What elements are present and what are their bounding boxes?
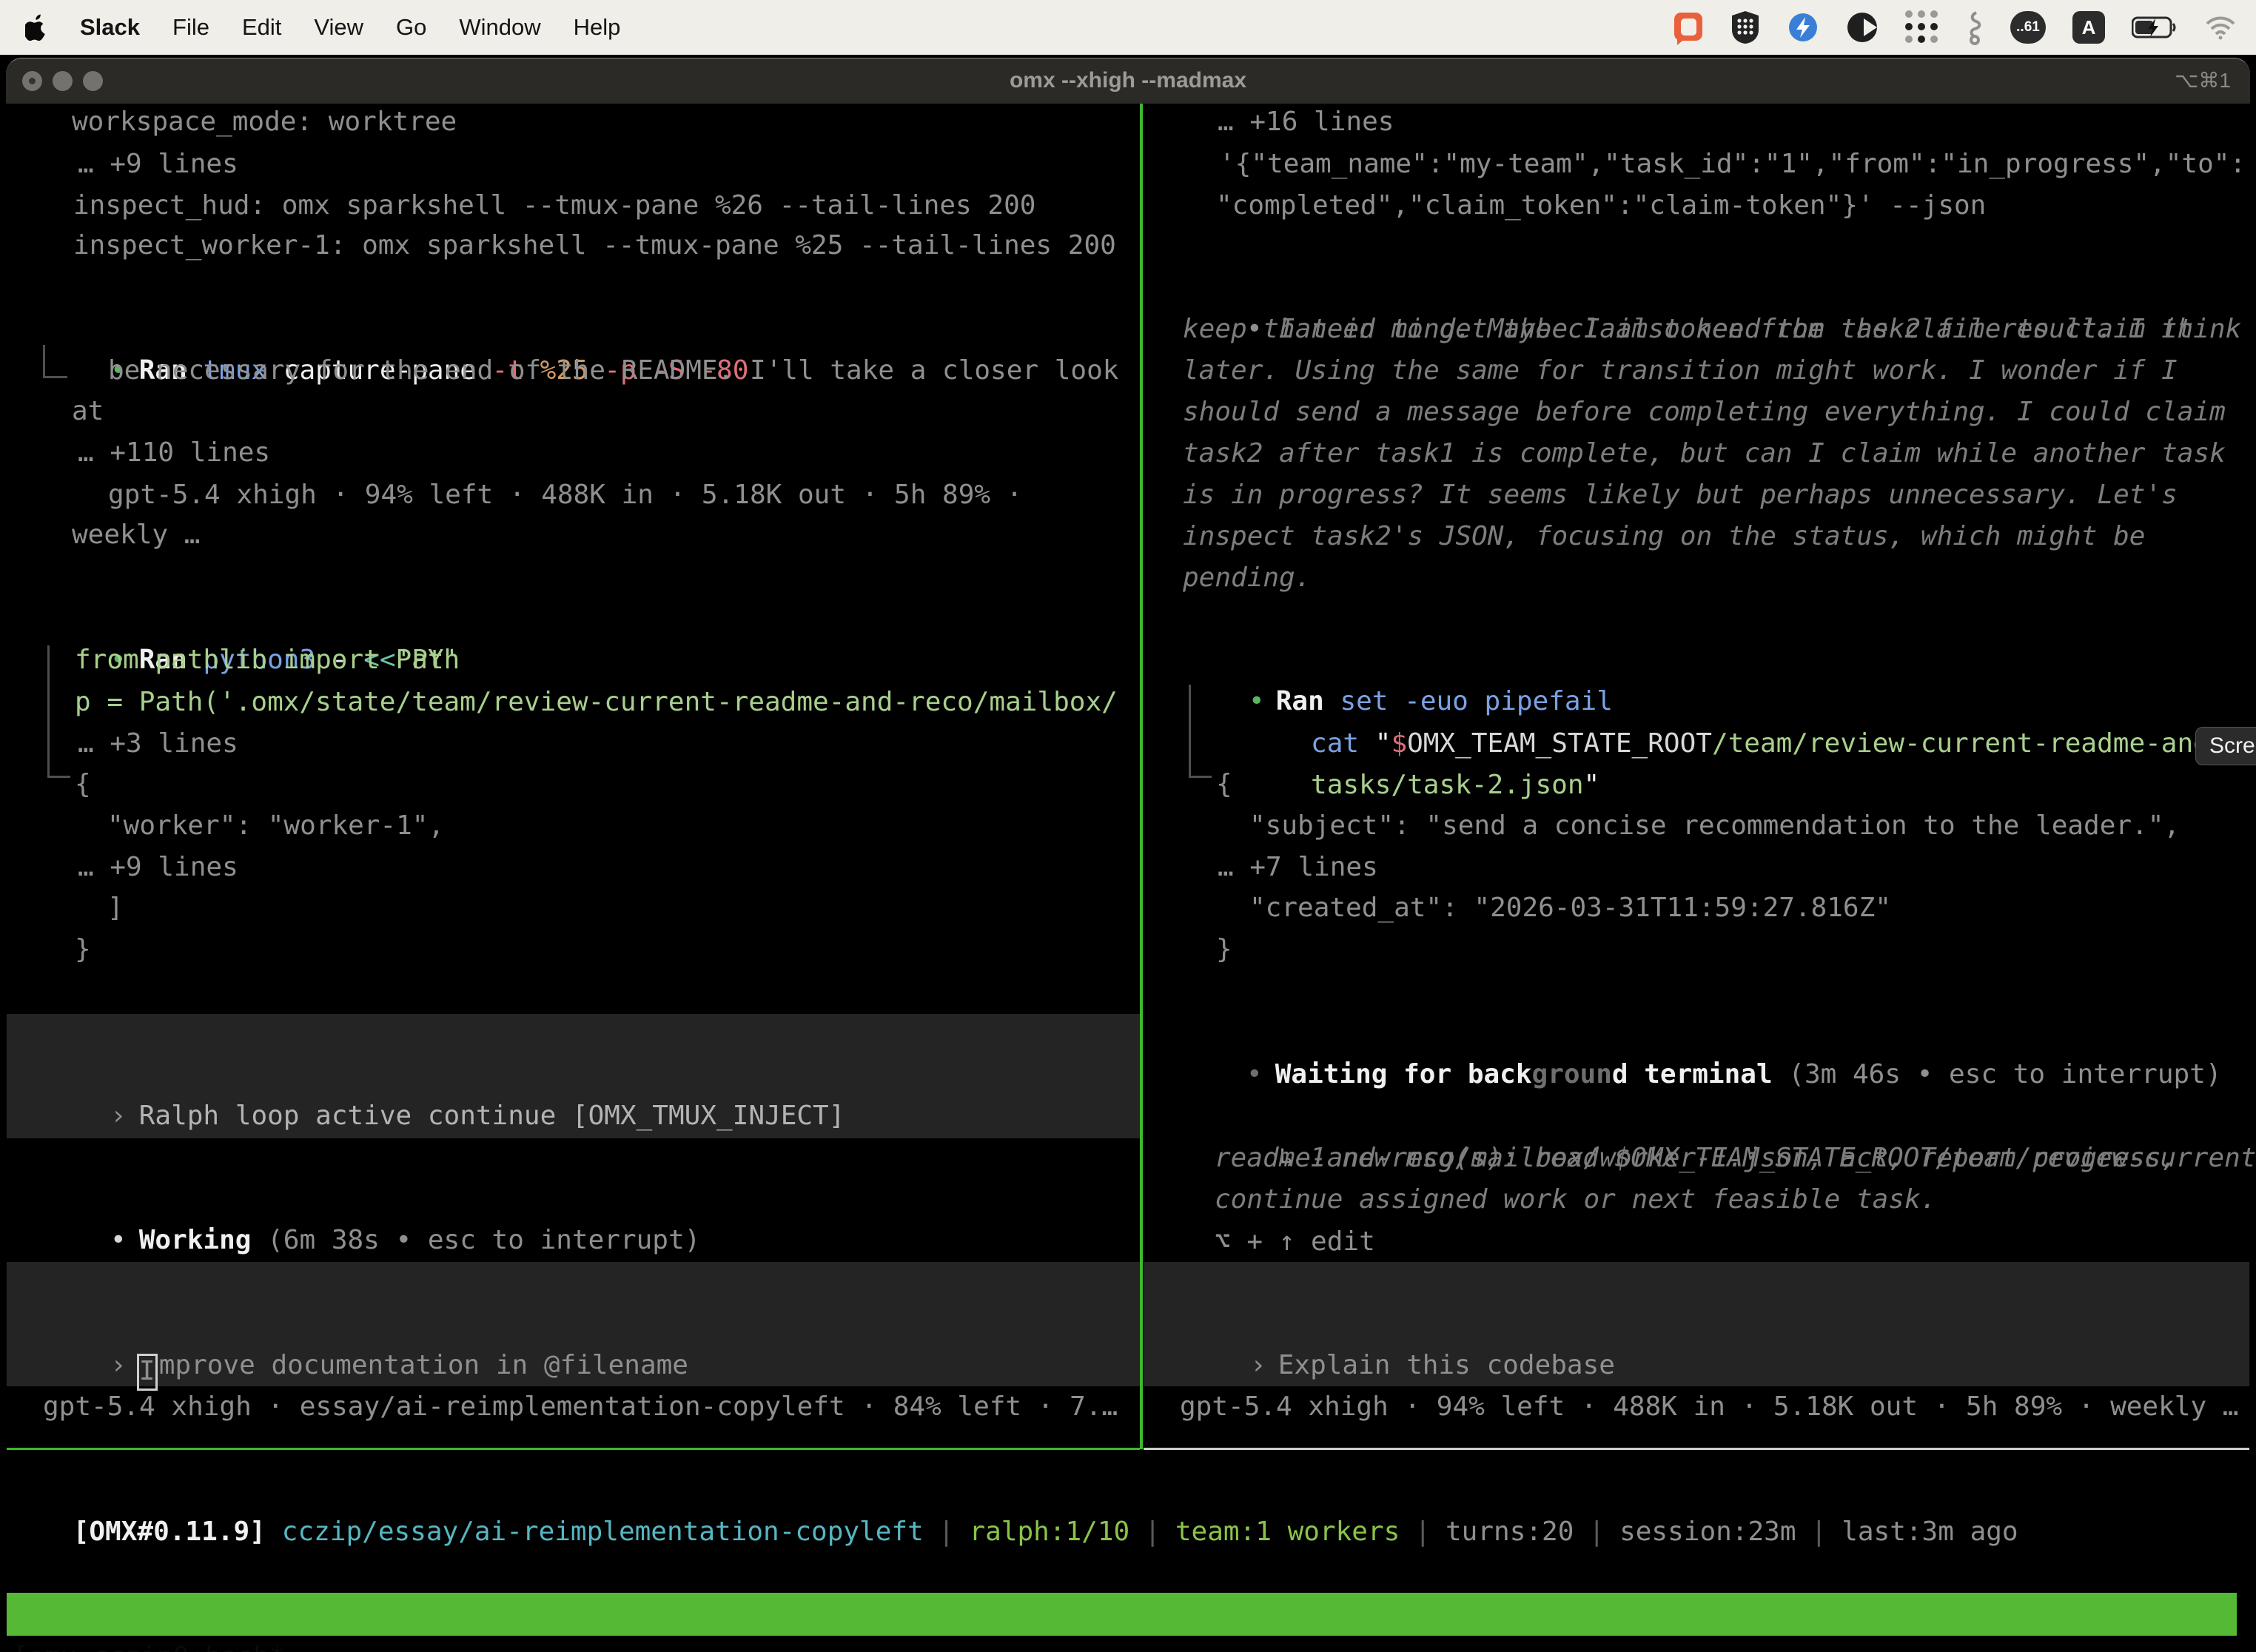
thinking-line: task2 after task1 is complete, but can I… — [1183, 433, 2226, 474]
wifi-icon[interactable] — [2204, 15, 2237, 40]
command-output: gpt-5.4 xhigh · 94% left · 488K in · 5.1… — [108, 474, 1022, 516]
command-output: ] — [107, 887, 124, 929]
command-output: be necessary for the end of the README. … — [108, 350, 1118, 392]
prompt-placeholder: Explain this codebase — [1278, 1350, 1615, 1380]
separator: | — [1811, 1517, 1827, 1547]
command-output: weekly … — [72, 514, 200, 556]
battery-icon[interactable] — [2132, 16, 2178, 38]
menu-item-go[interactable]: Go — [396, 14, 426, 41]
terminal-line: '{"team_name":"my-team","task_id":"1","f… — [1219, 144, 2246, 185]
terminal-line: workspace_mode: worktree — [72, 101, 457, 143]
prompt-chevron-icon: › — [110, 1350, 127, 1380]
command-output: "worker": "worker-1", — [107, 805, 444, 847]
command-output: … +7 lines — [1218, 847, 1378, 888]
separator: | — [1414, 1517, 1431, 1547]
mailbox-message-line: readme-and-reco/mailbox/worker-1.json, a… — [1215, 1138, 2177, 1179]
thinking-line: keep that in mind. Maybe I also need the… — [1183, 309, 2193, 350]
session-path: cczip/essay/ai-reimplementation-copyleft — [282, 1517, 924, 1547]
pane-divider[interactable] — [1140, 104, 1143, 1449]
terminal-line: inspect_worker-1: omx sparkshell --tmux-… — [73, 225, 1116, 266]
left-pane-status: gpt-5.4 xhigh · essay/ai-reimplementatio… — [43, 1386, 1118, 1428]
dark-disc-menu-icon[interactable] — [1846, 11, 1879, 44]
waiting-label: Waiting for back — [1275, 1059, 1532, 1089]
shield-grid-menu-icon[interactable] — [1730, 10, 1760, 44]
tmux-status-bar: [omx-cczip0:bash* "MacBook-Pro-44.local"… — [7, 1593, 2237, 1636]
command-output: "created_at": "2026-03-31T11:59:27.816Z" — [1249, 887, 1891, 929]
dot-grid-menu-icon[interactable] — [1905, 10, 1939, 44]
window-title: omx --xhigh --madmax — [6, 58, 2250, 104]
count-badge-menu-icon[interactable]: ..61 — [2010, 11, 2046, 44]
terminal-line: … +9 lines — [78, 144, 238, 185]
omx-hud-status-line: [OMX#0.11.9] cczip/essay/ai-reimplementat… — [9, 1470, 2018, 1594]
turns-counter: turns:20 — [1446, 1517, 1574, 1547]
separator: | — [939, 1517, 955, 1547]
ralph-banner-text: Ralph loop active continue [OMX_TMUX_INJ… — [139, 1101, 845, 1131]
terminal-line: … +16 lines — [1218, 101, 1394, 143]
prompt-placeholder: mprove documentation in @filename — [159, 1350, 688, 1380]
quote: " — [1584, 770, 1600, 800]
waiting-meta: (3m 46s • esc to interrupt) — [1773, 1059, 2222, 1089]
menu-app-name[interactable]: Slack — [80, 14, 140, 41]
right-pane-status: gpt-5.4 xhigh · 94% left · 488K in · 5.1… — [1180, 1386, 2238, 1428]
edit-hint: ⌥ + ↑ edit — [1215, 1221, 1375, 1263]
working-label: Working — [139, 1225, 252, 1255]
separator: | — [1144, 1517, 1161, 1547]
command-output: { — [1216, 764, 1232, 805]
thinking-line: should send a message before completing … — [1183, 392, 2226, 433]
command-output: at — [72, 391, 104, 432]
last-activity: last:3m ago — [1842, 1517, 2018, 1547]
code-line: from pathlib import Path — [75, 639, 460, 681]
mailbox-message-line: continue assigned work or next feasible … — [1215, 1179, 1936, 1220]
menu-item-file[interactable]: File — [172, 14, 209, 41]
session-time: session:23m — [1619, 1517, 1796, 1547]
tmux-session-name: [omx-cczip0:bash* — [13, 1636, 285, 1652]
desktop: Slack File Edit View Go Window Help — [0, 0, 2256, 1652]
squiggle-menu-icon[interactable] — [1966, 10, 1984, 45]
working-status-line: • Working (6m 38s • esc to interrupt) — [14, 1178, 700, 1303]
keyboard-layout-menu-icon[interactable]: A — [2072, 11, 2105, 44]
menu-item-view[interactable]: View — [314, 14, 363, 41]
command-output: } — [75, 929, 91, 970]
status-bullet-icon: • — [1246, 1059, 1263, 1089]
command-output: "subject": "send a concise recommendatio… — [1249, 805, 2180, 847]
window-titlebar[interactable]: omx --xhigh --madmax ⌥⌘1 — [6, 58, 2250, 104]
command-output: } — [1216, 929, 1232, 970]
status-bullet-icon: • — [110, 1225, 127, 1255]
path-segment: tasks/task-2.json — [1311, 770, 1583, 800]
chevron-icon: › — [110, 1101, 127, 1131]
prompt-chevron-icon: › — [1250, 1350, 1266, 1380]
chat-app-menu-icon[interactable] — [1671, 10, 1704, 45]
menu-bar: Slack File Edit View Go Window Help — [0, 0, 2256, 55]
team-workers: team:1 workers — [1175, 1517, 1400, 1547]
screen-capture-overlay-button[interactable]: Scre — [2195, 727, 2256, 765]
menu-item-window[interactable]: Window — [459, 14, 540, 41]
terminal-line: "completed","claim_token":"claim-token"}… — [1216, 185, 1986, 226]
working-meta: (6m 38s • esc to interrupt) — [251, 1225, 700, 1255]
thinking-line: pending. — [1183, 557, 1311, 599]
menu-item-help[interactable]: Help — [574, 14, 621, 41]
thinking-line: inspect task2's JSON, focusing on the st… — [1183, 516, 2145, 557]
thinking-line: is in progress? It seems likely but perh… — [1183, 474, 2178, 516]
window-shortcut-hint: ⌥⌘1 — [2175, 58, 2231, 104]
command-output: { — [75, 764, 91, 805]
ralph-loop-banner: › Ralph loop active continue [OMX_TMUX_IN… — [14, 1054, 845, 1178]
command-output: … +9 lines — [78, 847, 238, 888]
waiting-label: d terminal — [1612, 1059, 1773, 1089]
left-pane-bottom-border — [7, 1448, 1140, 1450]
waiting-label-shimmer: groun — [1532, 1059, 1612, 1089]
ralph-counter: ralph:1/10 — [969, 1517, 1129, 1547]
text-cursor: I — [137, 1354, 158, 1391]
path-segment: /team/review-current-readme-and-reco/ — [1712, 728, 2256, 759]
command-output: … +110 lines — [78, 432, 270, 474]
menu-item-edit[interactable]: Edit — [242, 14, 281, 41]
command-output: … +3 lines — [78, 723, 238, 765]
separator: | — [1588, 1517, 1605, 1547]
right-pane-bottom-border — [1144, 1448, 2249, 1450]
thinking-line: later. Using the same for transition mig… — [1183, 350, 2178, 392]
omx-version: [OMX#0.11.9] — [73, 1517, 266, 1547]
bolt-badge-menu-icon[interactable] — [1787, 11, 1819, 44]
terminal-line: inspect_hud: omx sparkshell --tmux-pane … — [73, 185, 1035, 226]
apple-menu-icon[interactable] — [25, 14, 47, 41]
code-line: p = Path('.omx/state/team/review-current… — [75, 682, 1118, 723]
